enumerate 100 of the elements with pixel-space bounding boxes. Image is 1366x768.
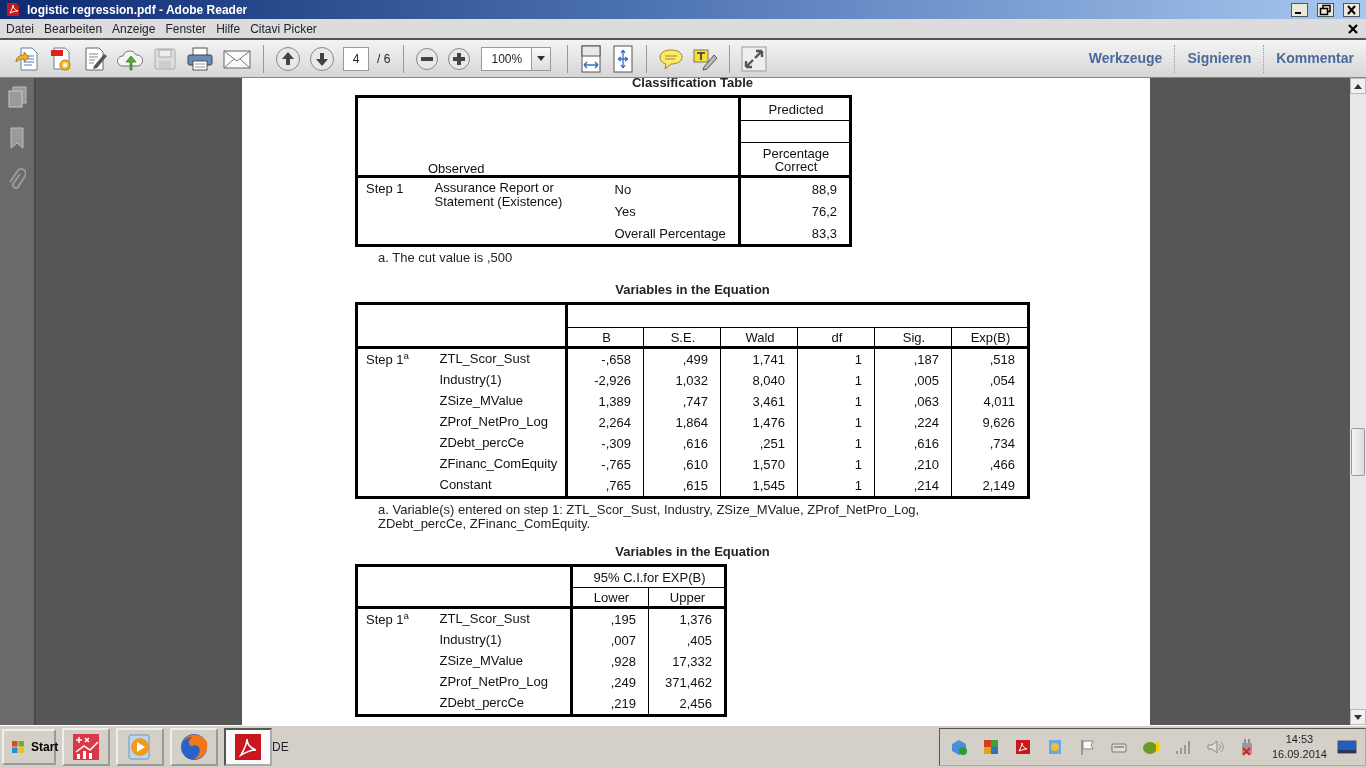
document-arrow-icon[interactable] [14,45,40,72]
table-cell: ,734 [951,433,1029,454]
taskbar-app-button[interactable] [224,728,272,766]
panel-tab[interactable]: Werkzeuge [1076,48,1175,69]
table-cell: ,466 [951,454,1029,475]
column-header: Exp(B) [951,327,1029,348]
scroll-down-button[interactable] [1350,709,1366,725]
panel-tab[interactable]: Signieren [1175,48,1264,69]
table-cell: ,054 [951,370,1029,391]
table-cell: 1 [797,412,875,433]
table-cell: 2,456 [648,693,726,716]
language-indicator[interactable]: DE [272,738,289,756]
table-cell: ,219 [571,693,649,716]
table-cell: ,210 [874,454,952,475]
column-header: df [797,327,875,348]
row-header: Step 1$^{a}$ [356,347,432,498]
minimize-icon[interactable] [1291,2,1308,17]
row-header: ZProf_NetPro_Log [431,412,567,433]
scroll-up-button[interactable] [1350,78,1366,94]
grid-icon[interactable] [981,738,1000,756]
row-header: Step 1$^{a}$ [356,607,432,716]
table-cell: 1 [797,347,875,370]
box-icon[interactable] [949,738,968,756]
zoom-dropdown-button[interactable] [531,46,552,71]
zoom-field[interactable]: 100% [481,46,532,71]
fit-page-icon[interactable] [611,44,636,73]
previous-page-icon[interactable] [275,45,301,72]
paperclip-icon[interactable] [8,168,26,192]
table-cell: 1,389 [566,391,644,412]
table-cell: 4,011 [951,391,1029,412]
row-header: No [606,176,740,200]
column-header: B [566,327,644,348]
window-title: logistic regression.pdf - Adobe Reader [27,1,248,19]
row-header: ZSize_MValue [431,651,572,672]
menu-item[interactable]: Datei [2,19,40,38]
table-cell: -,658 [566,347,644,370]
page-count: / 6 [377,50,391,68]
table-cell: 371,462 [648,672,726,693]
table-cell: ,928 [571,651,649,672]
pages-icon[interactable] [7,86,27,108]
menu-item[interactable]: Citavi Picker [246,19,323,38]
menu-item[interactable]: Fenster [161,19,213,38]
column-header: Lower [571,587,649,608]
row-header: ZTL_Scor_Sust [431,607,572,630]
start-button[interactable]: Start [2,729,56,765]
table-cell: 1,741 [720,347,798,370]
table-cell: ,249 [571,672,649,693]
menu-item[interactable]: Bearbeiten [40,19,109,38]
table-cell: ,616 [643,433,721,454]
table-cell: ,007 [571,630,649,651]
menu-item[interactable]: Anzeige [108,19,162,38]
column-header: Upper [648,587,726,608]
next-page-icon[interactable] [309,45,335,72]
menu-item[interactable]: Hilfe [212,19,247,38]
fit-width-icon[interactable] [579,44,604,73]
comment-icon[interactable] [658,46,685,71]
column-header: Percentage Correct [739,142,851,177]
zoom-out-icon[interactable] [415,46,440,71]
table-cell: ,187 [874,347,952,370]
table-cell: ,251 [720,433,798,454]
table-cell: 2,264 [566,412,644,433]
footnote: a. The cut value is ,500 [377,251,514,265]
column-header: S.E. [643,327,721,348]
bookmark-icon[interactable] [9,127,25,149]
table-cell: ,195 [571,607,649,630]
column-header: Wald [720,327,798,348]
pdf-icon[interactable] [1013,738,1032,756]
fullscreen-icon[interactable] [741,45,768,72]
table-cell: ,224 [874,412,952,433]
row-header: Yes [606,200,740,222]
close-icon[interactable] [1343,2,1360,17]
row-header: ZDebt_percCe [431,433,567,454]
table-cell: ,005 [874,370,952,391]
footnote: a. Variable(s) entered on step 1: ZTL_Scor_Sust, Industry, ZSize_MValue, ZProf_NetPro_Log, ZDebt_percCe, ZFinanc_ComEquity. [377,503,921,531]
table-cell: 1 [797,475,875,498]
panel-tab[interactable]: Kommentar [1264,48,1366,69]
table-cell: ,405 [648,630,726,651]
table-cell: ,518 [951,347,1029,370]
document-gear-icon[interactable] [48,45,74,72]
table-title: Variables in the Equation [614,545,771,559]
highlight-text-icon[interactable] [692,46,719,71]
clock-time: 14:53 [1284,732,1315,747]
page-number-field[interactable]: 4 [343,46,369,71]
edit-document-icon[interactable] [82,45,108,72]
table-cell: 8,040 [720,370,798,391]
table-cell: 83,3 [739,222,851,246]
table-cell: 1,376 [648,607,726,630]
scrollbar-thumb[interactable] [1351,428,1365,476]
pdf-icon [6,2,20,17]
print-icon[interactable] [186,45,214,72]
windows-logo-icon [11,740,25,754]
close-icon[interactable] [1348,23,1358,34]
show-desktop-icon[interactable] [1337,738,1357,756]
zoom-in-icon[interactable] [447,46,472,71]
pdf-icon [233,732,263,762]
table-cell: 88,9 [739,176,851,200]
table-cell: 1 [797,370,875,391]
table-cell: 3,461 [720,391,798,412]
restore-icon[interactable] [1317,2,1334,17]
caret-icon [1354,714,1362,720]
